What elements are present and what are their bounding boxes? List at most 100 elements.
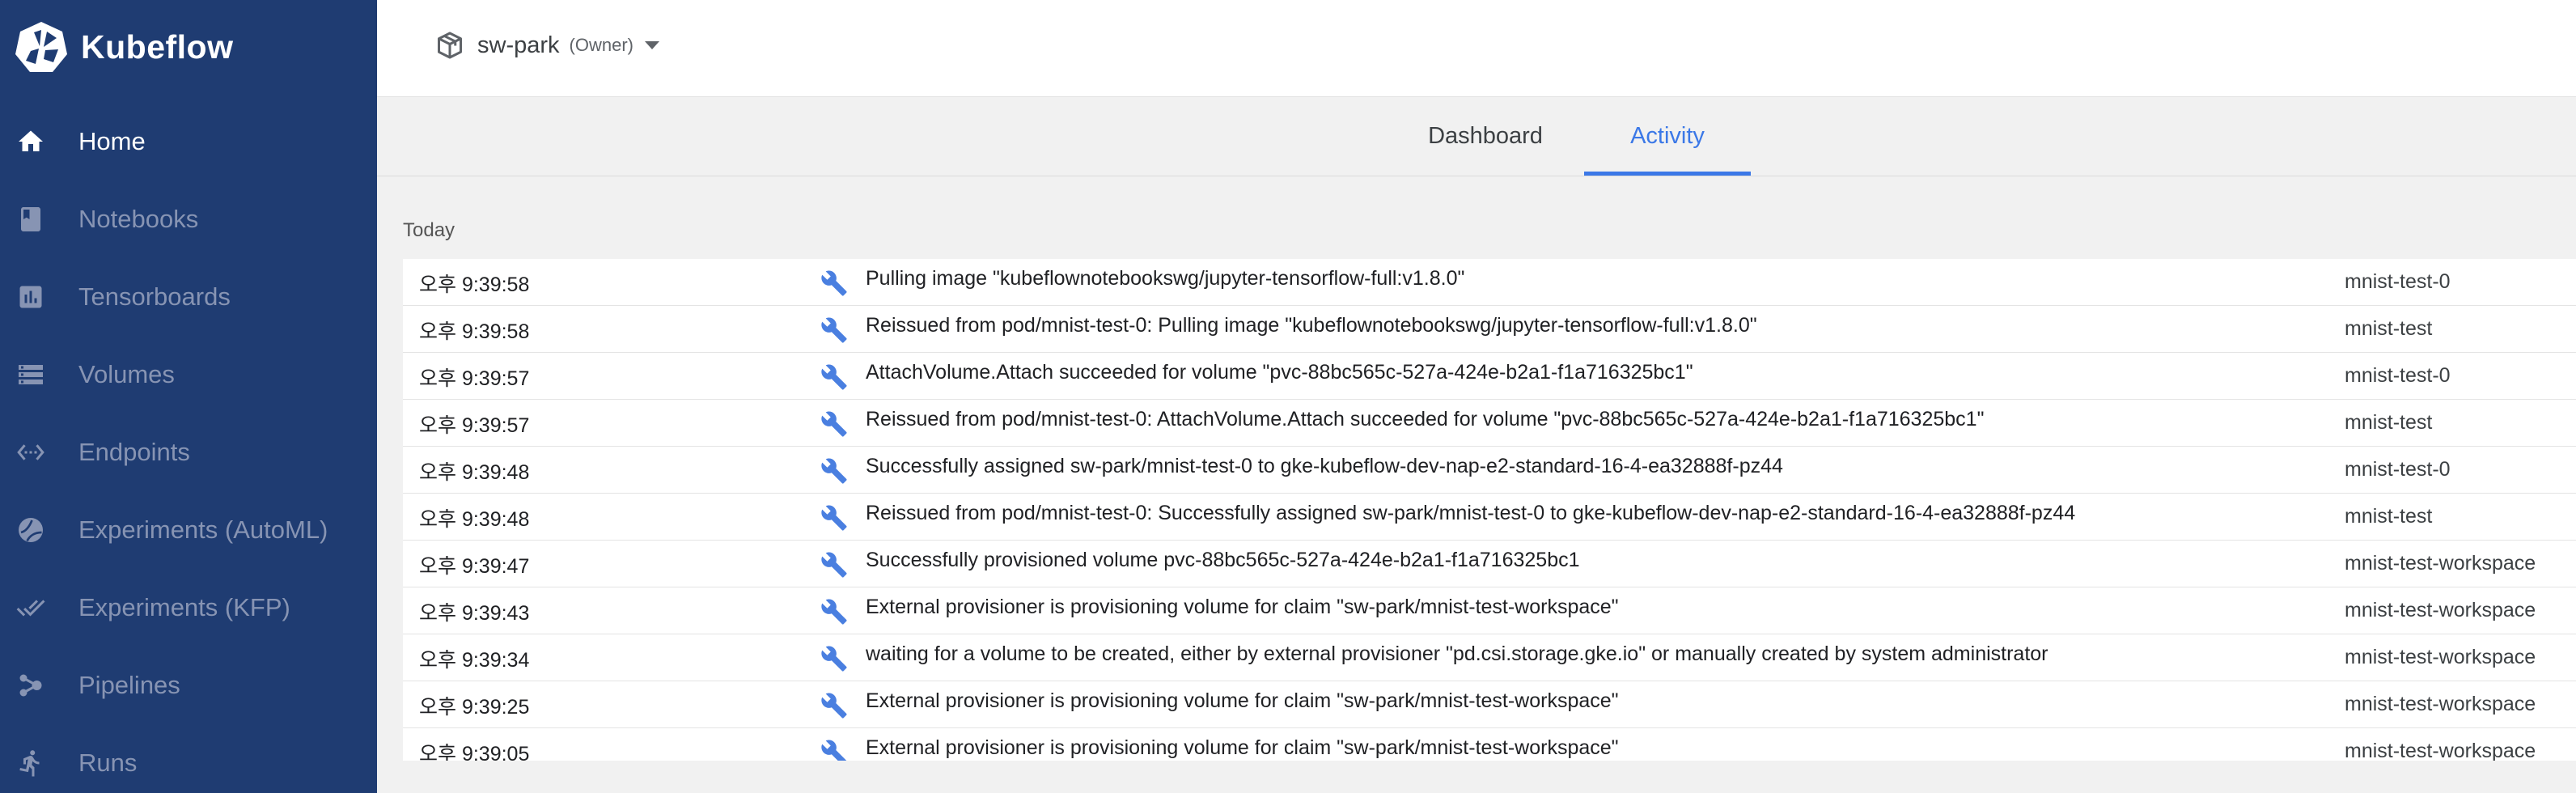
activity-row[interactable]: 오후 9:39:05 External provisioner is provi… [403,728,2576,761]
event-message: External provisioner is provisioning vol… [866,736,1619,759]
event-object-name: mnist-test-workspace [2345,740,2536,761]
sidebar-item-label: Runs [78,748,138,777]
sidebar-item-label: Home [78,127,146,155]
top-bar: sw-park (Owner) [377,0,2576,97]
wrench-icon [821,411,847,437]
event-object-name: mnist-test [2345,411,2433,434]
event-time: 오후 9:39:57 [419,414,530,437]
activity-row[interactable]: 오후 9:39:58 Pulling image "kubeflownotebo… [403,259,2576,306]
sidebar-item-home[interactable]: Home [0,103,377,180]
sidebar-item-tensorboards[interactable]: Tensorboards [0,258,377,336]
tab-activity[interactable]: Activity [1584,97,1751,176]
event-time: 오후 9:39:48 [419,508,530,531]
activity-row[interactable]: 오후 9:39:58 Reissued from pod/mnist-test-… [403,306,2576,353]
event-time: 오후 9:39:05 [419,743,530,761]
event-object-name: mnist-test-0 [2345,364,2451,387]
tab-label: Activity [1630,123,1705,149]
event-message: Successfully provisioned volume pvc-88bc… [866,549,1580,571]
sidebar-item-label: Endpoints [78,438,190,466]
event-object-name: mnist-test-workspace [2345,552,2536,575]
wrench-icon [821,364,847,390]
event-message: Pulling image "kubeflownotebookswg/jupyt… [866,267,1465,290]
event-time: 오후 9:39:47 [419,555,530,578]
wrench-icon [821,552,847,578]
sidebar-item-label: Pipelines [78,671,180,699]
event-message: Reissued from pod/mnist-test-0: AttachVo… [866,408,1985,430]
activity-row[interactable]: 오후 9:39:57 Reissued from pod/mnist-test-… [403,400,2576,447]
wrench-icon [821,505,847,531]
brand[interactable]: Kubeflow [15,18,233,76]
wrench-icon [821,599,847,625]
event-object-name: mnist-test-0 [2345,458,2451,481]
package-icon [438,32,462,59]
event-time: 오후 9:39:48 [419,461,530,484]
event-time: 오후 9:39:34 [419,649,530,672]
sidebar-item-label: Notebooks [78,205,199,233]
wrench-icon [821,693,847,719]
settings-ethernet-icon [17,444,44,460]
device-hub-icon [19,674,42,697]
sidebar-item-label: Volumes [78,360,175,388]
sidebar-item-label: Tensorboards [78,282,231,311]
sidebar-item-endpoints[interactable]: Endpoints [0,413,377,491]
caret-down-icon [644,41,659,49]
event-time: 오후 9:39:25 [419,696,530,719]
event-object-name: mnist-test-workspace [2345,599,2536,621]
event-object-name: mnist-test [2345,317,2433,340]
event-time: 오후 9:39:57 [419,367,530,390]
home-icon [19,130,43,151]
sidebar-item-pipelines[interactable]: Pipelines [0,647,377,724]
tab-label: Dashboard [1428,123,1543,149]
activity-list: 오후 9:39:58 Pulling image "kubeflownotebo… [403,259,2576,761]
event-message: Reissued from pod/mnist-test-0: Successf… [866,502,2076,524]
done-all-icon [16,600,45,617]
sidebar-item-experiments-kfp[interactable]: Experiments (KFP) [0,569,377,647]
assessment-icon [19,286,42,308]
activity-row[interactable]: 오후 9:39:48 Successfully assigned sw-park… [403,447,2576,494]
event-message: Reissued from pod/mnist-test-0: Pulling … [866,314,1757,337]
kubeflow-logo-icon [15,22,67,72]
sidebar-item-notebooks[interactable]: Notebooks [0,180,377,258]
event-message: waiting for a volume to be created, eith… [866,642,2049,665]
book-icon [21,207,40,231]
sidebar-item-experiments-automl[interactable]: Experiments (AutoML) [0,491,377,569]
sidebar-item-label: Experiments (KFP) [78,593,290,621]
event-message: External provisioner is provisioning vol… [866,596,1619,618]
event-message: Successfully assigned sw-park/mnist-test… [866,455,1783,477]
tab-bar: Dashboard Activity [377,97,2576,176]
wrench-icon [821,317,847,343]
event-object-name: mnist-test-0 [2345,270,2451,293]
run-icon [19,750,40,777]
storage-icon [19,365,43,384]
event-object-name: mnist-test-workspace [2345,693,2536,715]
brand-name: Kubeflow [81,28,234,66]
event-time: 오후 9:39:43 [419,602,530,625]
section-label-today: Today [403,219,455,241]
sidebar-item-runs[interactable]: Runs [0,724,377,793]
namespace-name: sw-park [477,32,560,58]
event-message: External provisioner is provisioning vol… [866,689,1619,712]
event-message: AttachVolume.Attach succeeded for volume… [866,361,1693,384]
activity-row[interactable]: 오후 9:39:57 AttachVolume.Attach succeeded… [403,353,2576,400]
sidebar: Kubeflow Home Notebooks Tensorboards Vol… [0,0,377,793]
wrench-icon [821,270,847,296]
namespace-selector[interactable]: sw-park (Owner) [435,28,659,63]
sidebar-item-volumes[interactable]: Volumes [0,336,377,413]
bubble-chart-icon [19,518,43,542]
activity-row[interactable]: 오후 9:39:47 Successfully provisioned volu… [403,541,2576,587]
active-tab-indicator [1584,172,1751,176]
event-time: 오후 9:39:58 [419,320,530,343]
sidebar-item-label: Experiments (AutoML) [78,515,328,544]
tab-dashboard[interactable]: Dashboard [1406,97,1565,176]
wrench-icon [821,458,847,484]
event-object-name: mnist-test-workspace [2345,646,2536,668]
activity-row[interactable]: 오후 9:39:48 Reissued from pod/mnist-test-… [403,494,2576,541]
wrench-icon [821,740,847,761]
event-object-name: mnist-test [2345,505,2433,528]
activity-row[interactable]: 오후 9:39:25 External provisioner is provi… [403,681,2576,728]
namespace-role: (Owner) [569,35,633,55]
activity-row[interactable]: 오후 9:39:34 waiting for a volume to be cr… [403,634,2576,681]
activity-row[interactable]: 오후 9:39:43 External provisioner is provi… [403,587,2576,634]
wrench-icon [821,646,847,672]
event-time: 오후 9:39:58 [419,274,530,296]
